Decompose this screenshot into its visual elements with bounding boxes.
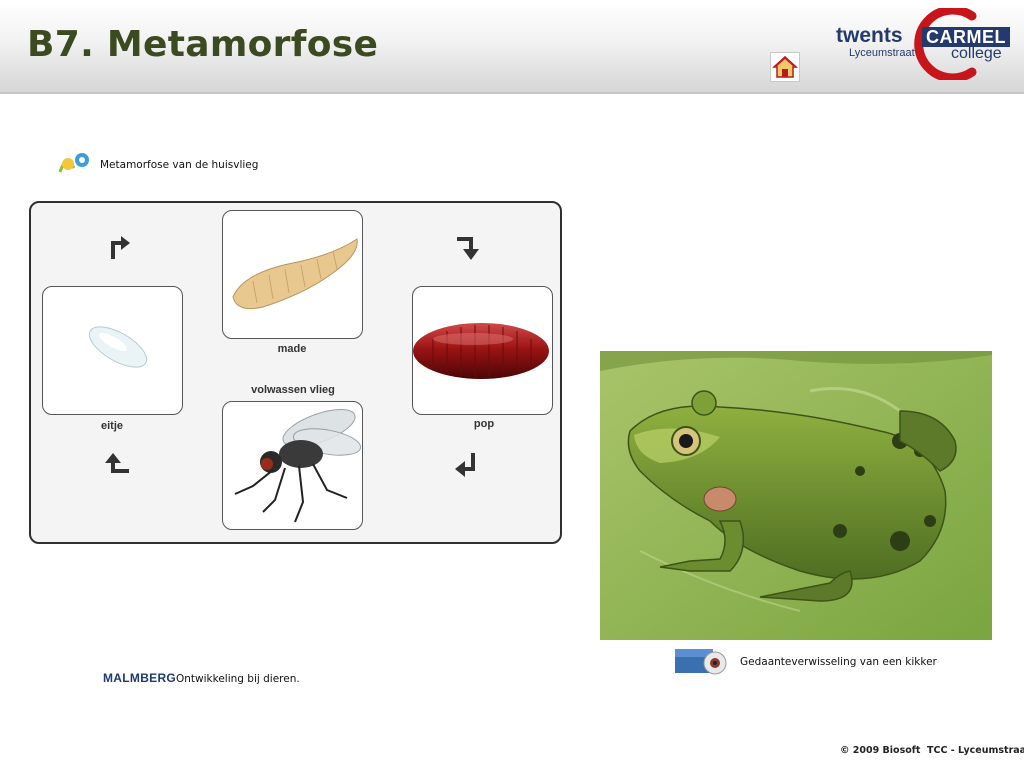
stage-adult-box — [222, 401, 363, 530]
stage-pupa-label: pop — [473, 418, 495, 430]
pupa-image — [413, 323, 549, 379]
beeldbank-icon[interactable] — [675, 649, 727, 675]
home-icon — [772, 55, 798, 78]
stage-larva-box — [222, 210, 363, 339]
arrow-down-left-icon — [455, 453, 475, 477]
egg-image — [88, 326, 148, 368]
logo-twents: twents — [836, 24, 903, 47]
stage-egg-label: eitje — [100, 420, 123, 432]
stage-egg-box — [42, 286, 183, 415]
stage-larva-label: made — [277, 343, 307, 355]
logo-carmel: CARMEL — [922, 27, 1010, 47]
larva-image — [232, 238, 358, 310]
stage-adult-label: volwassen vlieg — [251, 384, 335, 396]
malmberg-logo[interactable]: MALMBERG — [103, 671, 176, 685]
logo-subtitle: Lyceumstraat — [849, 47, 915, 59]
fly-image — [234, 409, 362, 523]
footer-copyright: © 2009 Biosoft TCC - Lyceumstraat — [840, 745, 1024, 756]
arrow-up-left-icon — [105, 453, 129, 473]
teleblik-link[interactable] — [56, 150, 92, 178]
arrow-right-down-icon — [457, 237, 479, 260]
school-logo: twents Lyceumstraat CARMEL college — [836, 8, 1016, 80]
page-title: B7. Metamorfose — [27, 24, 379, 65]
stage-pupa-box — [412, 286, 553, 415]
fly-lifecycle-diagram: eitje made pop volwassen vlieg — [29, 201, 562, 544]
frog-caption[interactable]: Gedaanteverwisseling van een kikker — [740, 656, 937, 668]
teleblik-icon — [58, 153, 89, 173]
arrow-up-right-icon — [111, 236, 130, 259]
frog-photo — [600, 351, 992, 640]
home-button[interactable] — [770, 52, 800, 82]
malmberg-caption[interactable]: Ontwikkeling bij dieren. — [176, 673, 300, 685]
logo-college: college — [951, 45, 1002, 62]
slide: B7. Metamorfose twents Lyceumstraat CARM… — [0, 0, 1024, 768]
fly-caption[interactable]: Metamorfose van de huisvlieg — [100, 159, 258, 171]
